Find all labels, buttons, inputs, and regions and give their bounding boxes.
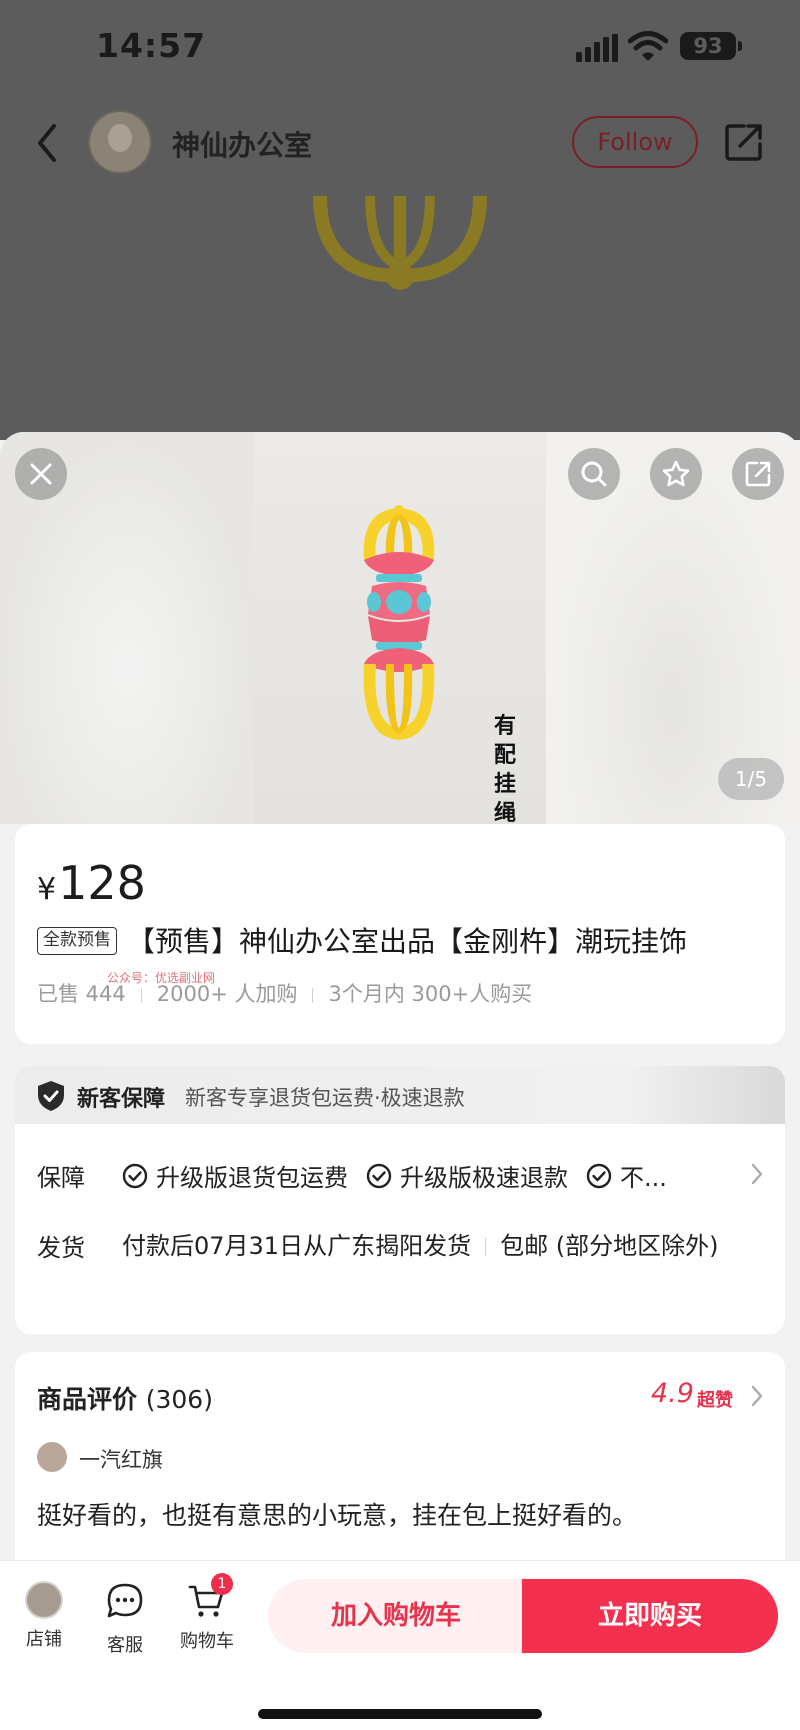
price-value: 128	[58, 856, 146, 910]
share-icon	[745, 461, 771, 487]
guarantee-item-label: 升级版退货包运费	[156, 1164, 348, 1192]
back-arrow-icon[interactable]	[30, 118, 66, 168]
reviewer-avatar	[37, 1442, 67, 1472]
cart-icon-wrap: 1	[187, 1573, 233, 1621]
guarantee-row[interactable]: 升级版退货包运费 升级版极速退款 不...	[122, 1158, 685, 1193]
price: ¥128	[37, 856, 146, 910]
rating-score: 4.9	[651, 1378, 694, 1409]
shop-name[interactable]: 神仙办公室	[172, 124, 312, 164]
image-counter: 1/5	[718, 758, 784, 800]
product-detail-sheet: 有配挂绳 1/5 ¥128 全款预售 【预售】神仙办公室出品【金刚杵】潮玩挂饰 …	[0, 432, 800, 1730]
search-button[interactable]	[568, 448, 620, 500]
favorite-button[interactable]	[650, 448, 702, 500]
cart-count: 2000+ 人加购	[156, 982, 298, 1006]
background-page: 14:57 93 神仙办公室 Follow	[0, 0, 800, 440]
home-indicator[interactable]	[258, 1709, 542, 1719]
chevron-right-icon[interactable]	[750, 1384, 764, 1408]
cellular-signal-icon	[576, 34, 618, 62]
store-avatar-icon	[25, 1581, 63, 1619]
guarantee-item: 升级版退货包运费	[122, 1158, 348, 1193]
customer-service-tab[interactable]: 客服	[93, 1581, 157, 1657]
currency-symbol: ¥	[37, 872, 57, 907]
guarantee-item-label: 升级版极速退款	[400, 1164, 568, 1192]
buy-now-button[interactable]: 立即购买	[522, 1579, 778, 1653]
price-card: ¥128 全款预售 【预售】神仙办公室出品【金刚杵】潮玩挂饰 公众号：优选副业网…	[15, 824, 785, 1044]
guarantee-label: 保障	[37, 1164, 85, 1192]
shield-check-icon	[38, 1081, 64, 1111]
store-tab[interactable]: 店铺	[12, 1581, 76, 1651]
image-caption: 有配挂绳	[493, 714, 516, 826]
recent-buyers: 3个月内 300+人购买	[328, 982, 533, 1006]
close-icon	[30, 463, 52, 485]
share-icon[interactable]	[724, 122, 764, 162]
shipping-info: 付款后07月31日从广东揭阳发货 包邮 (部分地区除外)	[122, 1228, 742, 1265]
background-product-image	[313, 196, 487, 290]
shipping-date: 付款后07月31日从广东揭阳发货	[122, 1232, 472, 1260]
cart-tab[interactable]: 1 购物车	[175, 1573, 239, 1653]
search-icon	[581, 461, 607, 487]
reviews-count: (306)	[145, 1385, 213, 1414]
battery-level: 93	[693, 34, 723, 58]
shop-avatar[interactable]	[88, 110, 152, 174]
presale-tag: 全款预售	[37, 927, 117, 955]
gallery-main-image[interactable]: 有配挂绳	[254, 432, 546, 826]
add-to-cart-button[interactable]: 加入购物车	[268, 1579, 524, 1653]
chat-bubble-icon	[107, 1583, 143, 1618]
sold-count: 已售 444	[37, 982, 126, 1006]
guarantee-banner-desc: 新客专享退货包运费·极速退款	[185, 1086, 465, 1110]
shop-header: 神仙办公室 Follow	[0, 96, 800, 196]
follow-button[interactable]: Follow	[572, 116, 698, 168]
check-circle-icon	[122, 1163, 148, 1188]
check-circle-icon	[366, 1163, 392, 1188]
chevron-right-icon[interactable]	[750, 1162, 764, 1186]
reviewer-name: 一汽红旗	[79, 1448, 163, 1472]
rating-label: 超赞	[697, 1390, 733, 1411]
cart-label: 购物车	[180, 1631, 234, 1652]
reviews-title-label: 商品评价	[37, 1385, 138, 1414]
close-button[interactable]	[15, 448, 67, 500]
guarantee-item: 不...	[586, 1158, 667, 1193]
bottom-action-bar: 店铺 客服 1 购物车 加入购物车 立即购买	[0, 1560, 800, 1730]
new-customer-guarantee-banner[interactable]: 新客保障 新客专享退货包运费·极速退款	[15, 1066, 785, 1126]
status-bar: 14:57 93	[0, 0, 800, 96]
battery-icon: 93	[680, 32, 742, 60]
guarantee-banner-title: 新客保障	[77, 1087, 166, 1112]
store-label: 店铺	[26, 1629, 62, 1650]
wifi-icon	[628, 31, 668, 61]
reviews-title: 商品评价 (306)	[37, 1380, 213, 1416]
free-shipping: 包邮 (部分地区除外)	[500, 1232, 719, 1260]
cart-badge: 1	[211, 1573, 233, 1595]
guarantee-item-label: 不...	[620, 1164, 667, 1192]
review-text: 挺好看的，也挺有意思的小玩意，挂在包上挺好看的。	[37, 1501, 638, 1530]
service-label: 客服	[107, 1635, 143, 1656]
sales-stats: 已售 444 2000+ 人加购 3个月内 300+人购买	[37, 978, 532, 1008]
star-icon	[662, 460, 690, 487]
status-time: 14:57	[96, 26, 207, 65]
service-info-card: 保障 升级版退货包运费 升级版极速退款 不... 发货 付款后07月31日从广东…	[15, 1124, 785, 1334]
image-gallery[interactable]: 有配挂绳 1/5	[0, 432, 800, 826]
vajra-product-image	[363, 505, 435, 740]
product-title: 【预售】神仙办公室出品【金刚杵】潮玩挂饰	[127, 925, 688, 958]
shipping-label: 发货	[37, 1234, 85, 1262]
check-circle-icon	[586, 1163, 612, 1188]
guarantee-item: 升级版极速退款	[366, 1158, 568, 1193]
share-button[interactable]	[732, 448, 784, 500]
